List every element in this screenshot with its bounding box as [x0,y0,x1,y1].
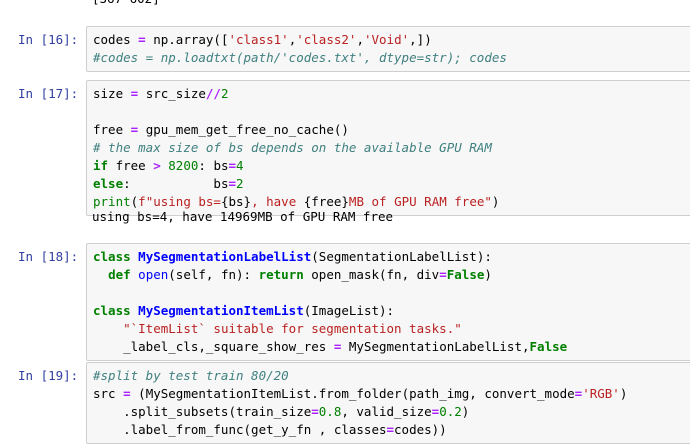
code-token: = [228,158,237,173]
code-line: #codes = np.loadtxt(path/'codes.txt', dt… [93,49,690,67]
code-token: False [446,267,485,282]
code-token: codes)) [394,422,447,437]
code-token: #split by test train 80/20 [93,368,289,383]
previous-output: [367 602] [92,0,160,8]
code-token: f"using bs= [138,194,221,209]
code-token: src [93,386,124,401]
code-line: _label_cls,_square_show_res = MySegmenta… [93,338,690,356]
code-token: _label_cls,_square_show_res [93,339,334,354]
code-token: if [93,158,109,173]
code-token: , [356,32,364,47]
code-line: .split_subsets(train_size=0.8, valid_siz… [93,403,690,421]
cell-prompt: In [18]: [18,249,79,264]
code-line: codes = np.array(['class1','class2','Voi… [93,31,690,49]
code-token: MB of GPU RAM free" [348,194,492,209]
code-token: 'class1' [228,32,289,47]
code-token: = [386,422,395,437]
code-input[interactable]: class MySegmentationLabelList(Segmentati… [86,243,690,361]
code-token: def [108,267,131,282]
code-token: > [153,158,161,173]
cell-output: using bs=4, have 14969MB of GPU RAM free [92,209,394,224]
code-token: open_mask(fn, div [303,267,440,282]
code-input[interactable]: codes = np.array(['class1','class2','Voi… [86,26,690,72]
code-token: # the max size of bs depends on the avai… [93,140,492,155]
code-token: 'class2' [296,32,357,47]
code-token: gpu_mem_get_free_no_cache() [138,122,349,137]
code-line: if free > 8200: bs=4 [93,157,690,175]
code-token: ) [484,267,492,282]
code-line: class MySegmentationLabelList(Segmentati… [93,248,690,266]
code-token: else [93,176,124,191]
code-token: 2 [236,176,244,191]
code-token: 'Void' [363,32,410,47]
code-token: ,]) [409,32,432,47]
code-line: .label_from_func(get_y_fn , classes=code… [93,421,690,439]
code-line: #split by test train 80/20 [93,367,690,385]
code-token: (self, fn): [168,267,259,282]
code-token: (SegmentationLabelList): [311,249,492,264]
code-token: class [93,303,131,318]
code-token: codes [93,32,139,47]
code-token: = [228,176,236,191]
code-line: class MySegmentationItemList(ImageList): [93,302,690,320]
code-token: = [138,32,146,47]
code-line: else: bs=2 [93,175,690,193]
code-token: ) [619,386,628,401]
code-token: {bs} [220,194,252,209]
code-token: (MySegmentationItemList.from_folder(path… [130,386,575,401]
code-input[interactable]: size = src_size//2 free = gpu_mem_get_fre… [86,80,690,216]
code-token: print [93,194,131,209]
code-token: ) [461,404,470,419]
code-token: MySegmentationLabelList [138,249,312,264]
code-line: def open(self, fn): return open_mask(fn,… [93,266,690,284]
code-token: size [93,86,131,101]
code-token: ) [491,194,500,209]
cell-prompt: In [17]: [18,86,79,101]
code-token: 4 [236,158,244,173]
code-token: #codes = np.loadtxt(path/'codes.txt', dt… [93,50,507,65]
cell-prompt: In [19]: [18,368,79,383]
code-token: : bs [198,158,229,173]
code-token: return [258,267,304,282]
cell-prompt: In [16]: [18,32,79,47]
code-line: # the max size of bs depends on the avai… [93,139,690,157]
code-token: .split_subsets(train_size [93,404,312,419]
code-token: (ImageList): [303,303,395,318]
code-token: 8200 [168,158,199,173]
code-token: src_size [138,86,206,101]
code-token: MySegmentationItemList [138,303,304,318]
code-token: 0.2 [439,404,462,419]
code-input[interactable]: #split by test train 80/20 src = (MySegme… [86,362,690,444]
code-token: // [205,86,221,101]
code-token: 2 [220,86,229,101]
code-token: = [439,267,447,282]
code-token: , valid_size [341,404,432,419]
code-token: "`ItemList` suitable for segmentation ta… [123,321,462,336]
code-token: open [138,267,169,282]
code-token: {free} [303,194,349,209]
code-token: free [93,122,131,137]
code-token: 0.8 [318,404,342,419]
code-token: .label_from_func(get_y_fn , classes [93,422,387,437]
code-line: free = gpu_mem_get_free_no_cache() [93,121,690,139]
code-token: = [123,386,131,401]
code-token: 'RGB' [582,386,620,401]
code-line: src = (MySegmentationItemList.from_folde… [93,385,690,403]
code-token: False [529,339,568,354]
code-line: "`ItemList` suitable for segmentation ta… [93,320,690,338]
code-token: : bs [123,176,229,191]
code-token: , have [251,194,304,209]
code-token: MySegmentationLabelList, [341,339,530,354]
code-token: np.array([ [145,32,229,47]
code-token: free [108,158,154,173]
code-token: = [311,404,319,419]
code-token: class [93,249,131,264]
code-line: size = src_size//2 [93,85,690,103]
